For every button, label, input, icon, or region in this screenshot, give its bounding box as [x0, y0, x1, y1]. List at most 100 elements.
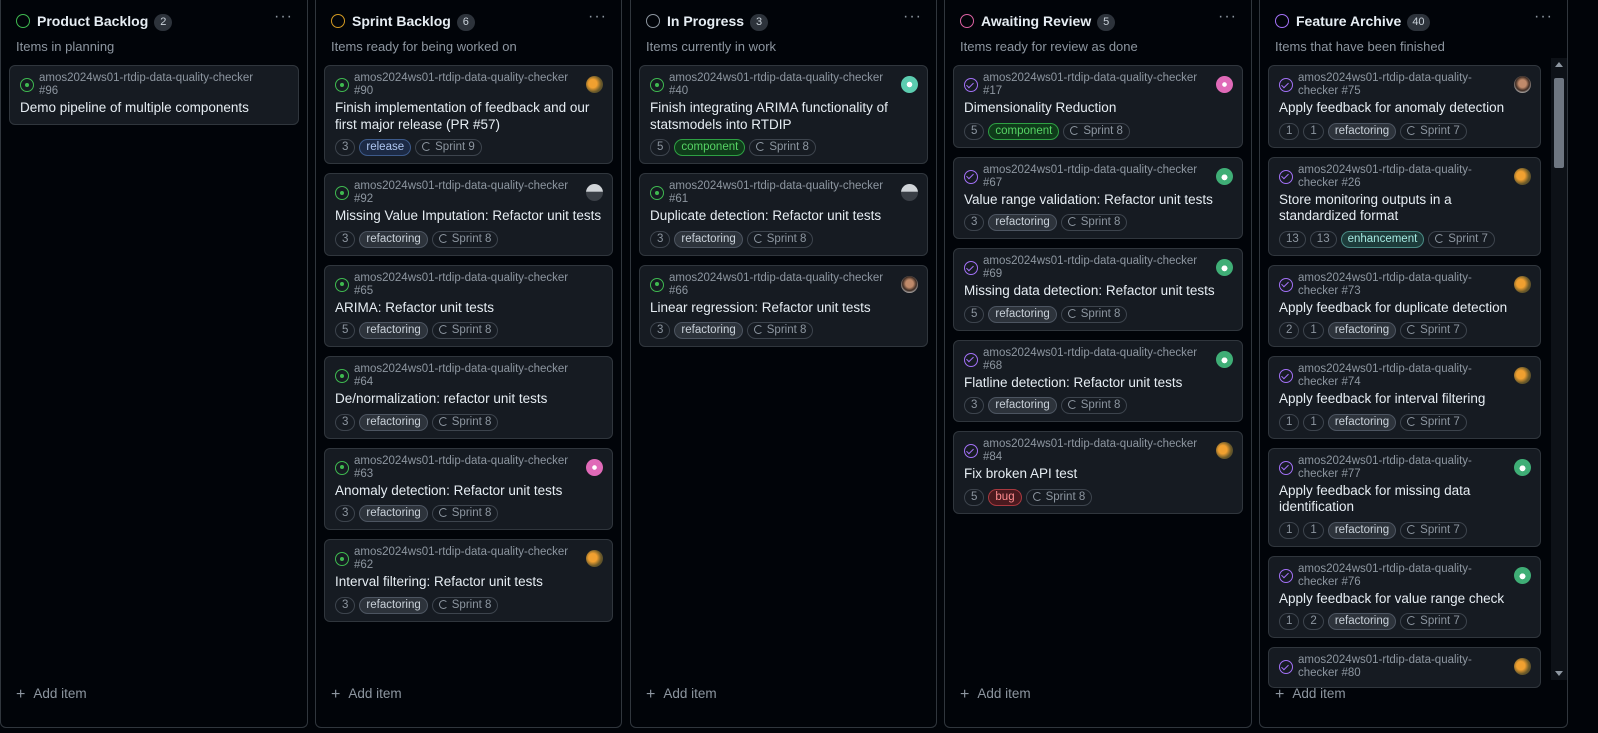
issue-card[interactable]: amos2024ws01-rtdip-data-quality-checker …	[1268, 356, 1541, 439]
issue-title[interactable]: ARIMA: Refactor unit tests	[335, 300, 602, 317]
assignee-avatar[interactable]	[1216, 350, 1233, 368]
label-refactoring[interactable]: refactoring	[359, 413, 428, 431]
add-item-button[interactable]: + Add item	[960, 686, 1031, 704]
assignee-avatar[interactable]	[1514, 76, 1531, 93]
issue-title[interactable]: Dimensionality Reduction	[964, 100, 1232, 117]
iteration-badge[interactable]: Sprint 8	[1060, 214, 1128, 231]
add-item-button[interactable]: + Add item	[1275, 686, 1346, 704]
assignee-avatar[interactable]	[1514, 566, 1531, 584]
issue-title[interactable]: Apply feedback for value range check	[1279, 591, 1530, 608]
label-release[interactable]: release	[359, 139, 412, 156]
iteration-badge[interactable]: Sprint 8	[1060, 305, 1128, 323]
add-item-button[interactable]: + Add item	[646, 686, 717, 704]
iteration-badge[interactable]: Sprint 7	[1428, 230, 1495, 248]
issue-title[interactable]: Duplicate detection: Refactor unit tests	[650, 208, 917, 225]
issue-card[interactable]: amos2024ws01-rtdip-data-quality-checker …	[953, 339, 1243, 422]
iteration-badge[interactable]: Sprint 7	[1400, 322, 1467, 339]
label-bug[interactable]: bug	[988, 488, 1022, 506]
iteration-badge[interactable]: Sprint 8	[431, 322, 499, 339]
assignee-avatar[interactable]	[586, 458, 603, 476]
iteration-badge[interactable]: Sprint 8	[1060, 397, 1128, 414]
iteration-badge[interactable]: Sprint 7	[1400, 413, 1467, 431]
issue-card[interactable]: amos2024ws01-rtdip-data-quality-checker …	[324, 356, 613, 439]
issue-card[interactable]: amos2024ws01-rtdip-data-quality-checker …	[324, 173, 613, 256]
more-options-icon[interactable]: ···	[274, 8, 293, 26]
assignee-avatar[interactable]	[1514, 275, 1531, 293]
issue-card[interactable]: amos2024ws01-rtdip-data-quality-checker …	[9, 65, 299, 125]
iteration-badge[interactable]: Sprint 8	[746, 322, 814, 339]
assignee-avatar[interactable]	[1514, 458, 1531, 476]
assignee-avatar[interactable]	[1216, 259, 1233, 276]
issue-card[interactable]: amos2024ws01-rtdip-data-quality-checker …	[1268, 647, 1541, 688]
iteration-badge[interactable]: Sprint 8	[431, 505, 499, 522]
issue-card[interactable]: amos2024ws01-rtdip-data-quality-checker …	[324, 447, 613, 530]
assignee-avatar[interactable]	[1216, 167, 1233, 185]
label-refactoring[interactable]: refactoring	[359, 230, 428, 248]
more-options-icon[interactable]: ···	[1534, 8, 1553, 26]
issue-card[interactable]: amos2024ws01-rtdip-data-quality-checker …	[324, 539, 613, 622]
label-refactoring[interactable]: refactoring	[359, 596, 428, 614]
issue-card[interactable]: amos2024ws01-rtdip-data-quality-checker …	[1268, 555, 1541, 638]
issue-title[interactable]: Apply feedback for interval filtering	[1279, 391, 1530, 408]
issue-title[interactable]: Apply feedback for missing data identifi…	[1279, 483, 1530, 516]
iteration-badge[interactable]: Sprint 8	[1025, 488, 1093, 506]
iteration-badge[interactable]: Sprint 8	[749, 139, 816, 156]
issue-card[interactable]: amos2024ws01-rtdip-data-quality-checker …	[953, 431, 1243, 514]
issue-title[interactable]: Fix broken API test	[964, 466, 1232, 483]
issue-title[interactable]: De/normalization: refactor unit tests	[335, 391, 602, 408]
issue-title[interactable]: Value range validation: Refactor unit te…	[964, 192, 1232, 209]
label-enhancement[interactable]: enhancement	[1340, 230, 1425, 248]
issue-card[interactable]: amos2024ws01-rtdip-data-quality-checker …	[639, 264, 928, 347]
label-component[interactable]: component	[988, 122, 1060, 140]
issue-card[interactable]: amos2024ws01-rtdip-data-quality-checker …	[953, 248, 1243, 331]
label-refactoring[interactable]: refactoring	[674, 230, 743, 248]
label-component[interactable]: component	[674, 139, 746, 156]
iteration-badge[interactable]: Sprint 8	[431, 413, 499, 431]
more-options-icon[interactable]: ···	[1218, 8, 1237, 26]
scroll-up-arrow-icon[interactable]	[1555, 62, 1563, 67]
assignee-avatar[interactable]	[1514, 167, 1531, 185]
iteration-badge[interactable]: Sprint 9	[415, 139, 482, 156]
issue-title[interactable]: Interval filtering: Refactor unit tests	[335, 574, 602, 591]
iteration-badge[interactable]: Sprint 8	[431, 230, 499, 248]
issue-card[interactable]: amos2024ws01-rtdip-data-quality-checker …	[324, 264, 613, 347]
label-refactoring[interactable]: refactoring	[359, 322, 428, 339]
iteration-badge[interactable]: Sprint 7	[1400, 613, 1467, 630]
issue-card[interactable]: amos2024ws01-rtdip-data-quality-checker …	[1268, 447, 1541, 547]
iteration-badge[interactable]: Sprint 7	[1400, 521, 1467, 539]
assignee-avatar[interactable]	[1514, 367, 1531, 384]
iteration-badge[interactable]: Sprint 8	[746, 230, 814, 248]
assignee-avatar[interactable]	[586, 550, 603, 567]
label-refactoring[interactable]: refactoring	[674, 322, 743, 339]
issue-title[interactable]: Missing data detection: Refactor unit te…	[964, 283, 1232, 300]
issue-card[interactable]: amos2024ws01-rtdip-data-quality-checker …	[324, 65, 613, 164]
assignee-avatar[interactable]	[901, 76, 918, 93]
label-refactoring[interactable]: refactoring	[1327, 322, 1397, 339]
issue-title[interactable]: Anomaly detection: Refactor unit tests	[335, 483, 602, 500]
issue-card[interactable]: amos2024ws01-rtdip-data-quality-checker …	[953, 156, 1243, 239]
assignee-avatar[interactable]	[901, 275, 918, 293]
issue-title[interactable]: Demo pipeline of multiple components	[20, 100, 288, 117]
issue-title[interactable]: Finish integrating ARIMA functionality o…	[650, 100, 917, 133]
label-refactoring[interactable]: refactoring	[988, 305, 1057, 323]
assignee-avatar[interactable]	[586, 184, 603, 201]
label-refactoring[interactable]: refactoring	[1327, 521, 1397, 539]
issue-card[interactable]: amos2024ws01-rtdip-data-quality-checker …	[1268, 65, 1541, 148]
assignee-avatar[interactable]	[901, 184, 918, 201]
label-refactoring[interactable]: refactoring	[1327, 413, 1397, 431]
label-refactoring[interactable]: refactoring	[1327, 122, 1397, 140]
more-options-icon[interactable]: ···	[588, 8, 607, 26]
scroll-thumb[interactable]	[1554, 78, 1564, 168]
issue-title[interactable]: Linear regression: Refactor unit tests	[650, 300, 917, 317]
assignee-avatar[interactable]	[1216, 76, 1233, 93]
issue-card[interactable]: amos2024ws01-rtdip-data-quality-checker …	[1268, 156, 1541, 256]
issue-card[interactable]: amos2024ws01-rtdip-data-quality-checker …	[1268, 264, 1541, 347]
issue-title[interactable]: Store monitoring outputs in a standardiz…	[1279, 192, 1530, 225]
column-scrollbar[interactable]	[1551, 58, 1567, 680]
iteration-badge[interactable]: Sprint 8	[1063, 122, 1130, 140]
add-item-button[interactable]: + Add item	[16, 686, 87, 704]
label-refactoring[interactable]: refactoring	[988, 397, 1057, 414]
assignee-avatar[interactable]	[1514, 658, 1531, 675]
scroll-down-arrow-icon[interactable]	[1555, 671, 1563, 676]
issue-title[interactable]: Missing Value Imputation: Refactor unit …	[335, 208, 602, 225]
